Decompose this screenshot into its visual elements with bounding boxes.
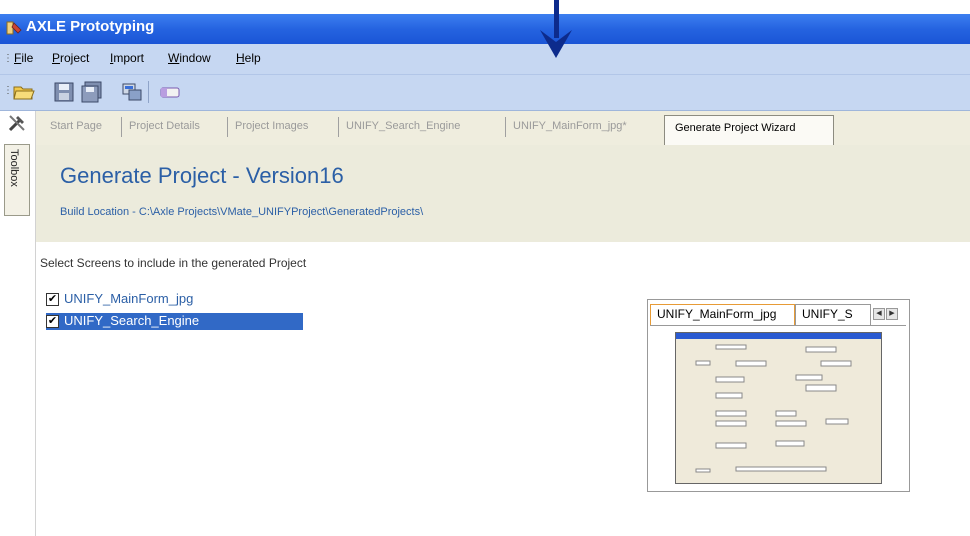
menu-import[interactable]: Import xyxy=(110,51,144,65)
open-folder-icon[interactable] xyxy=(12,80,36,104)
form-thumbnail xyxy=(675,332,882,484)
menu-help[interactable]: Help xyxy=(236,51,261,65)
tab-generate-project-wizard-label: Generate Project Wizard xyxy=(675,122,796,134)
screen-checkbox[interactable]: ✔ xyxy=(46,293,59,306)
tab-start-page[interactable]: Start Page xyxy=(50,120,102,132)
menu-project-label: Project xyxy=(52,51,90,65)
tab-separator xyxy=(338,117,339,137)
preview-tab-mainform[interactable]: UNIFY_MainForm_jpg xyxy=(650,304,795,325)
page-title: Generate Project - Version16 xyxy=(60,163,344,188)
preview-tab-mainform-label: UNIFY_MainForm_jpg xyxy=(657,307,777,321)
screen-preview-panel: UNIFY_MainForm_jpg UNIFY_S ◀ ▶ xyxy=(647,299,910,492)
title-bar: AXLE Prototyping xyxy=(0,14,970,44)
toolbar: ⋮ xyxy=(0,75,970,111)
menu-grip-icon: ⋮ xyxy=(3,53,13,64)
toolbox-tab[interactable]: Toolbox xyxy=(4,144,30,216)
menu-file[interactable]: File xyxy=(14,51,33,65)
scroll-left-icon[interactable]: ◀ xyxy=(873,308,885,320)
tab-separator xyxy=(505,117,506,137)
window-title: AXLE Prototyping xyxy=(26,18,155,35)
screen-label: UNIFY_Search_Engine xyxy=(64,313,200,328)
thumbnail-form-fields xyxy=(695,344,852,473)
tab-unify-search-engine[interactable]: UNIFY_Search_Engine xyxy=(346,120,460,132)
down-arrow-icon xyxy=(540,0,572,58)
toolbox-label: Toolbox xyxy=(8,149,20,187)
save-all-icon[interactable] xyxy=(80,80,104,104)
select-screens-label: Select Screens to include in the generat… xyxy=(40,256,307,270)
tab-unify-mainform[interactable]: UNIFY_MainForm_jpg* xyxy=(513,120,627,132)
preview-tab-search-engine[interactable]: UNIFY_S xyxy=(795,304,871,325)
toolbar-separator xyxy=(148,81,149,103)
save-icon[interactable] xyxy=(52,80,76,104)
preview-body xyxy=(650,325,906,489)
build-icon[interactable] xyxy=(120,80,144,104)
menu-import-label: Import xyxy=(110,51,145,65)
screen-list-item[interactable]: ✔ UNIFY_Search_Engine xyxy=(46,313,303,330)
menu-window[interactable]: Window xyxy=(168,51,211,65)
wizard-header: Generate Project - Version16 Build Locat… xyxy=(36,145,970,242)
tab-project-images[interactable]: Project Images xyxy=(235,120,308,132)
preview-tab-strip: UNIFY_MainForm_jpg UNIFY_S ◀ ▶ xyxy=(648,300,909,325)
menu-file-label: File xyxy=(14,51,34,65)
menu-help-label: Help xyxy=(236,51,261,65)
tab-separator xyxy=(227,117,228,137)
app-icon xyxy=(6,21,22,35)
tab-project-details[interactable]: Project Details xyxy=(129,120,200,132)
menu-window-label: Window xyxy=(168,51,211,65)
document-tab-strip: Start Page Project Details Project Image… xyxy=(36,111,970,146)
screen-label: UNIFY_MainForm_jpg xyxy=(64,291,194,306)
menu-project[interactable]: Project xyxy=(52,51,89,65)
build-location-link[interactable]: Build Location - C:\Axle Projects\VMate_… xyxy=(60,206,423,218)
tab-separator xyxy=(121,117,122,137)
scroll-right-icon[interactable]: ▶ xyxy=(886,308,898,320)
tools-icon[interactable] xyxy=(6,112,28,134)
preview-tab-search-engine-label: UNIFY_S xyxy=(802,307,853,321)
screen-checkbox[interactable]: ✔ xyxy=(46,315,59,328)
tab-generate-project-wizard[interactable]: Generate Project Wizard xyxy=(664,115,834,146)
menu-bar: ⋮ File Project Import Window Help xyxy=(0,44,970,75)
eraser-icon[interactable] xyxy=(158,80,182,104)
